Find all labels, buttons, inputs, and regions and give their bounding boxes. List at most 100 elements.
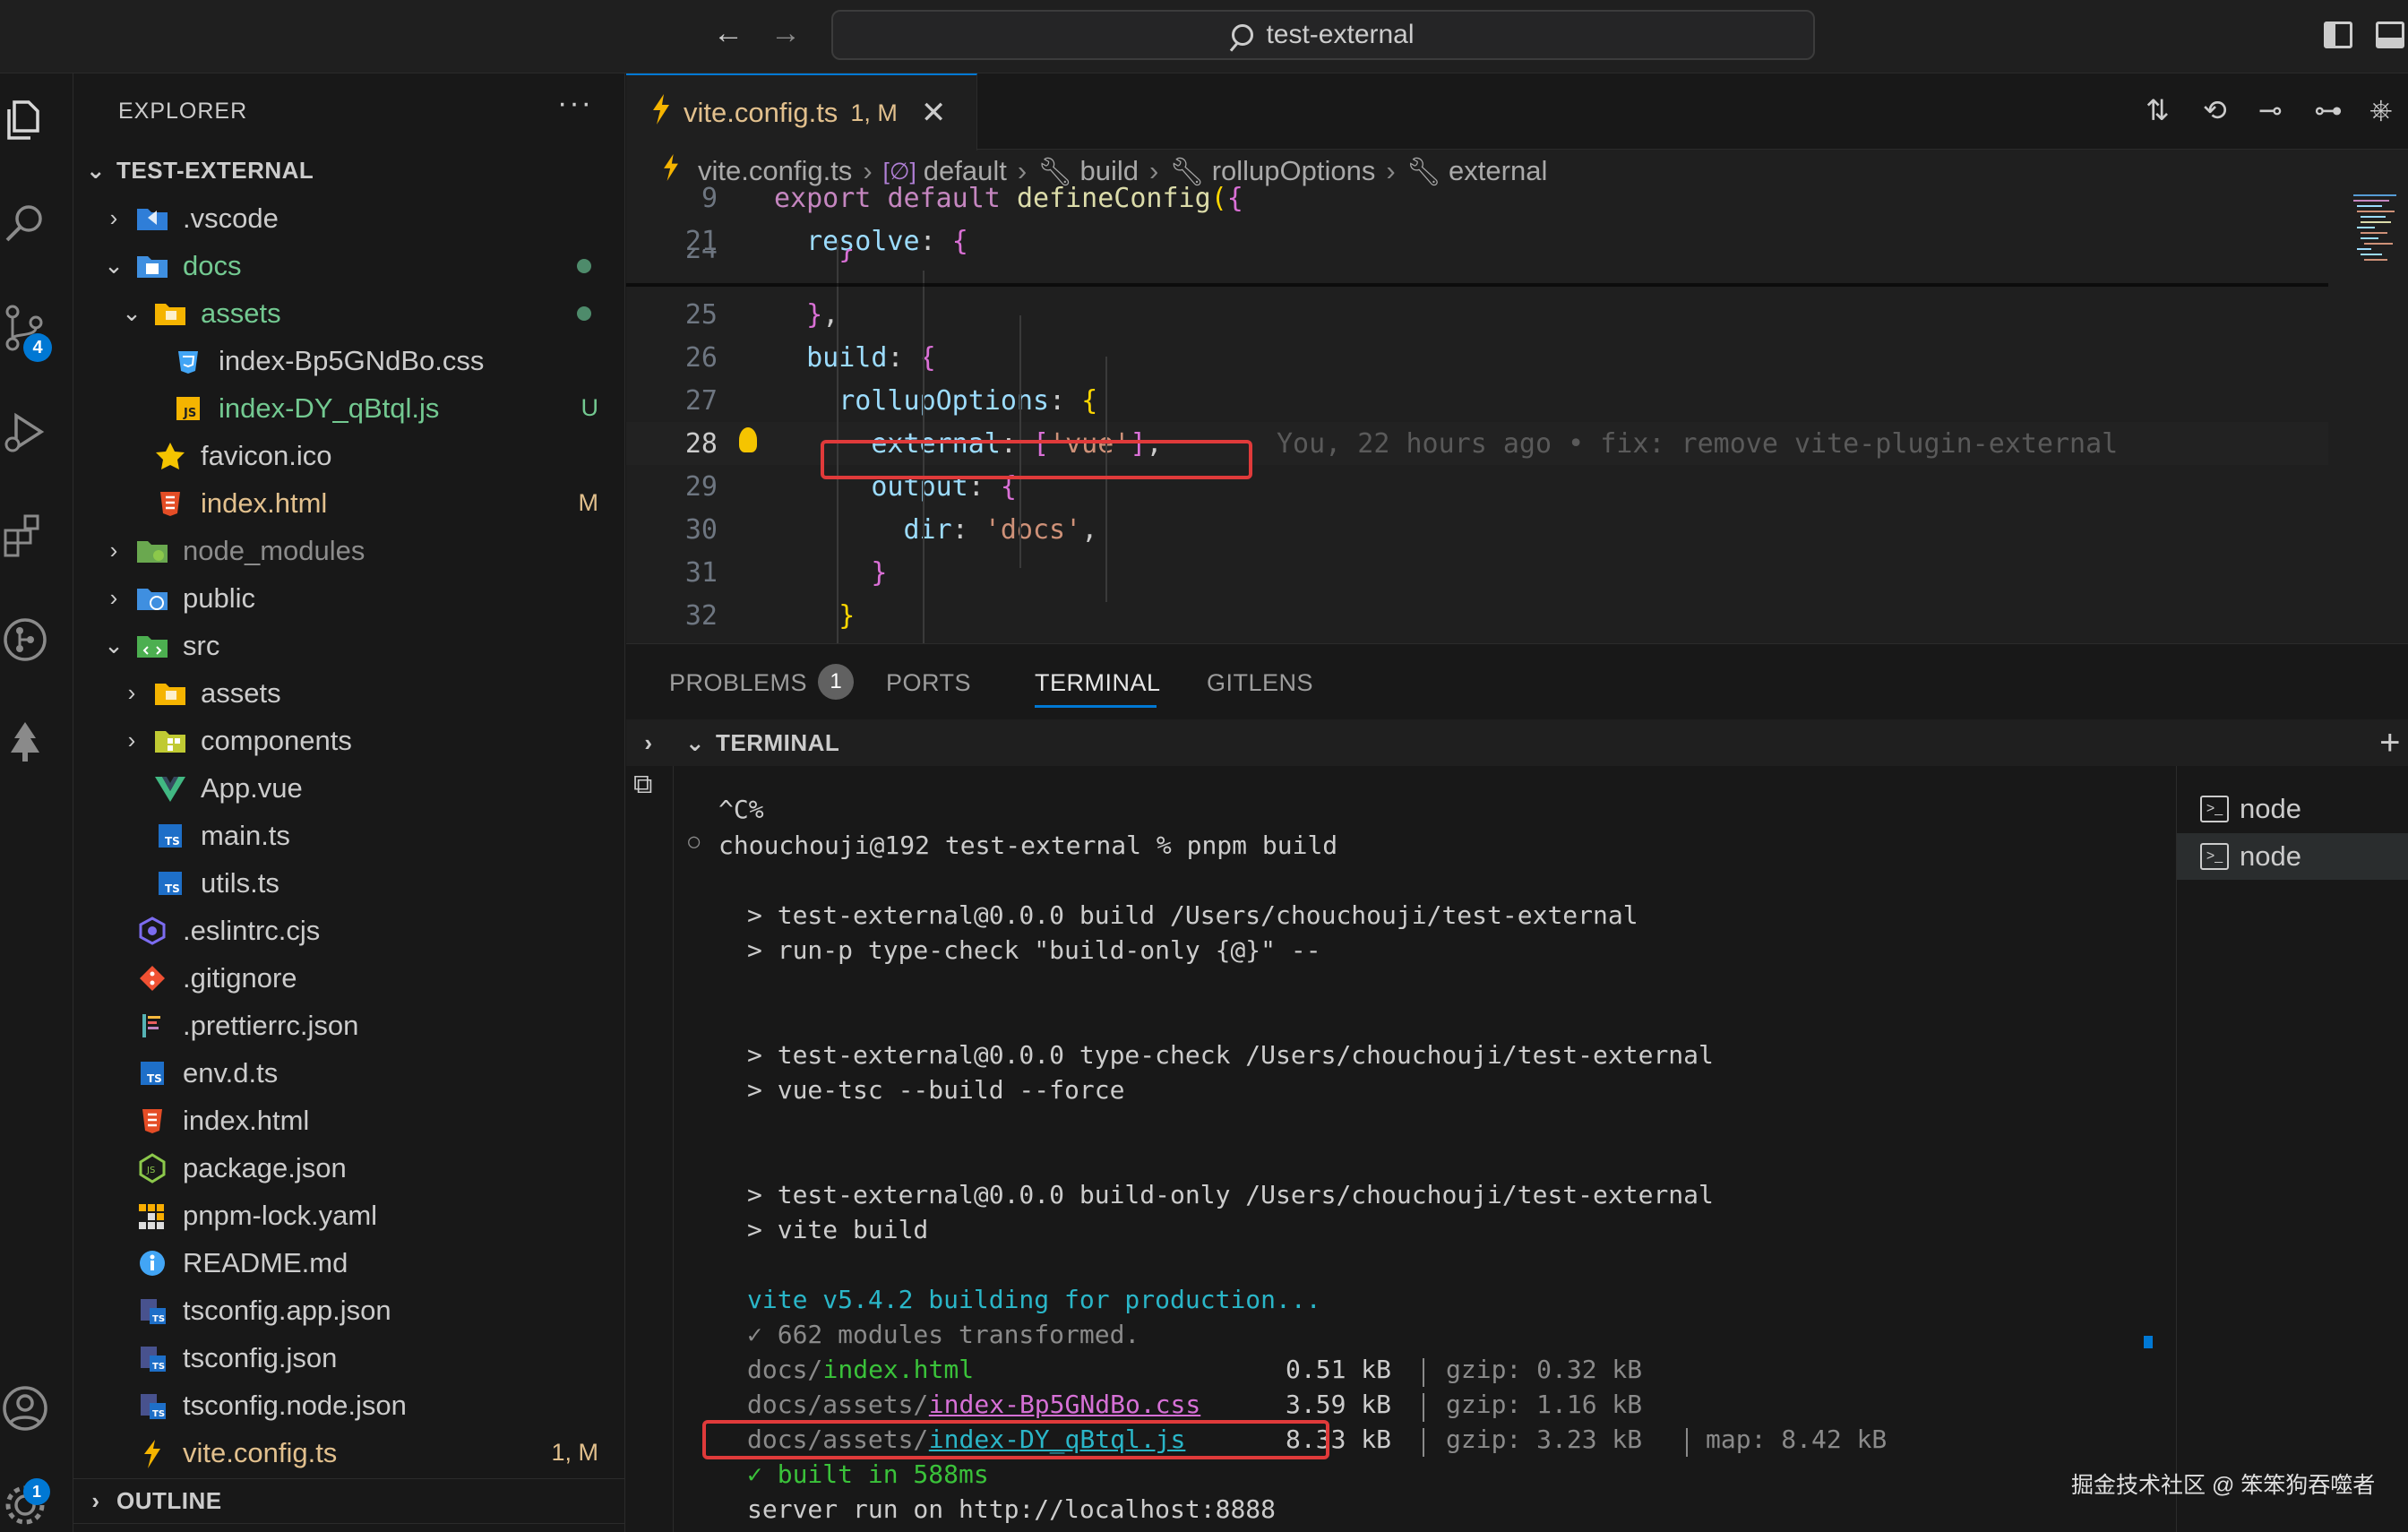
tab-problems[interactable]: PROBLEMS — [669, 669, 807, 697]
tree-file[interactable]: TS env.d.ts — [73, 1049, 625, 1097]
tab-gitlens[interactable]: GITLENS — [1207, 669, 1313, 697]
tree-file[interactable]: JS package.json — [73, 1144, 625, 1192]
vite-file-icon — [651, 94, 671, 132]
nodejs-file-icon: JS — [134, 1152, 170, 1184]
folder-docs-icon — [134, 250, 170, 282]
tab-terminal[interactable]: TERMINAL — [1035, 669, 1161, 697]
open-changes-icon[interactable]: ⟲ — [2203, 93, 2227, 127]
prompt-circle-icon: ○ — [688, 831, 701, 853]
tree-file[interactable]: TS tsconfig.json — [73, 1334, 625, 1381]
pnpm-file-icon — [134, 1200, 170, 1232]
tree-file[interactable]: README.md — [73, 1239, 625, 1287]
forward-arrow-icon[interactable]: → — [770, 16, 801, 51]
tree-file[interactable]: vite.config.ts 1, M — [73, 1429, 625, 1476]
command-center-search[interactable]: test-external — [831, 10, 1815, 60]
extensions-icon[interactable] — [0, 509, 50, 563]
server-line: server run on http://localhost:8888 — [747, 1494, 1277, 1524]
new-terminal-icon[interactable]: + — [2379, 723, 2401, 763]
tree-file[interactable]: .eslintrc.cjs — [73, 907, 625, 954]
tree-folder[interactable]: › node_modules — [73, 527, 625, 574]
tree-file[interactable]: index-Bp5GNdBo.css — [73, 337, 625, 384]
git-blame-annotation: You, 22 hours ago • fix: remove vite-plu… — [1277, 427, 2119, 460]
workspace-root[interactable]: ⌄ TEST-EXTERNAL — [73, 147, 625, 194]
tree-file[interactable]: JS index-DY_qBtql.js U — [73, 384, 625, 432]
outline-section[interactable]: › OUTLINE — [73, 1478, 625, 1523]
gitlens-inspect-icon[interactable]: ⎈ — [2369, 93, 2393, 127]
svg-text:JS: JS — [146, 1166, 155, 1175]
tree-folder[interactable]: › assets — [73, 669, 625, 717]
sticky-scroll-divider — [626, 283, 2328, 287]
terminal-section-header[interactable]: › ⌄ TERMINAL + — [626, 719, 2408, 766]
terminal-tab-node-1[interactable]: >_ node — [2177, 786, 2408, 832]
tree-folder[interactable]: ⌄ docs — [73, 242, 625, 289]
gitlens-icon[interactable] — [0, 613, 50, 667]
tree-folder[interactable]: › public — [73, 574, 625, 622]
terminal-line: > run-p type-check "build-only {@}" -- — [747, 935, 1321, 965]
toggle-sidebar-icon[interactable] — [2324, 22, 2352, 48]
line-number: 29 — [684, 470, 718, 503]
line-number: 27 — [684, 384, 718, 417]
chevron-right-icon: › — [109, 537, 118, 564]
column-divider — [1423, 1428, 1424, 1457]
next-revision-icon[interactable]: ⊶ — [2314, 93, 2343, 127]
run-debug-icon[interactable] — [0, 405, 50, 459]
tree-file[interactable]: TS tsconfig.app.json — [73, 1287, 625, 1334]
tree-file[interactable]: .gitignore — [73, 954, 625, 1002]
tree-file[interactable]: .prettierrc.json — [73, 1002, 625, 1049]
tree-item-label: docs — [183, 249, 242, 281]
back-arrow-icon[interactable]: ← — [713, 16, 744, 51]
close-icon[interactable]: ✕ — [921, 95, 947, 131]
compare-changes-icon[interactable]: ⇅ — [2146, 93, 2170, 127]
tree-folder[interactable]: › components — [73, 717, 625, 764]
tab-vite-config[interactable]: vite.config.ts 1, M ✕ — [626, 73, 977, 151]
tree-file[interactable]: favicon.ico — [73, 432, 625, 479]
lightbulb-icon[interactable] — [739, 427, 757, 452]
output-gzip: gzip: 0.32 kB — [1446, 1355, 1643, 1384]
column-divider — [1686, 1428, 1688, 1457]
explorer-title: EXPLORER — [118, 99, 248, 124]
terminal-debug-icon[interactable]: ⧉ — [633, 770, 652, 800]
account-icon[interactable] — [0, 1381, 50, 1435]
tree-item-label: App.vue — [201, 771, 303, 804]
prettier-file-icon — [134, 1010, 170, 1042]
tree-file[interactable]: TS main.ts — [73, 812, 625, 859]
tree-folder[interactable]: › .vscode — [73, 194, 625, 242]
search-icon[interactable] — [0, 197, 50, 251]
code-line: 32 } — [626, 594, 2328, 637]
toggle-panel-icon[interactable] — [2376, 22, 2404, 48]
more-actions-icon[interactable]: ··· — [557, 86, 593, 121]
terminal-output[interactable]: ^C% ○ chouchouji@192 test-external % pnp… — [673, 766, 2156, 1532]
problems-count-badge: 1 — [818, 664, 854, 700]
git-changes-dot — [577, 258, 591, 273]
previous-revision-icon[interactable]: ⊸ — [2258, 93, 2283, 127]
files-icon[interactable] — [0, 93, 50, 147]
terminal-line: > vue-tsc --build --force — [747, 1075, 1125, 1105]
tree-file[interactable]: pnpm-lock.yaml — [73, 1192, 625, 1239]
tab-ports[interactable]: PORTS — [886, 669, 971, 697]
terminal-tab-node-2[interactable]: >_ node — [2177, 833, 2408, 880]
chevron-right-icon[interactable]: › — [639, 729, 658, 756]
tree-icon[interactable] — [0, 715, 50, 769]
timeline-section[interactable] — [73, 1523, 625, 1532]
chevron-right-icon: › — [91, 1487, 100, 1514]
activity-icons: 4 1 — [0, 73, 73, 1532]
tree-file[interactable]: TS tsconfig.node.json — [73, 1381, 625, 1429]
tree-item-label: index-Bp5GNdBo.css — [219, 344, 485, 376]
output-map: map: 8.42 kB — [1706, 1424, 1888, 1454]
folder-vscode-icon — [134, 202, 170, 235]
tree-file[interactable]: TS utils.ts — [73, 859, 625, 907]
output-dir: docs/ — [747, 1355, 823, 1384]
code-text: }, — [806, 298, 839, 331]
ts-file-icon: TS — [152, 820, 188, 852]
svg-text:TS: TS — [165, 835, 180, 848]
tree-item-label: main.ts — [201, 819, 290, 851]
tree-file[interactable]: index.html M — [73, 479, 625, 527]
output-file: index-Bp5GNdBo.css — [928, 1390, 1201, 1419]
tree-file[interactable]: index.html — [73, 1097, 625, 1144]
tree-item-label: index-DY_qBtql.js — [219, 392, 440, 424]
tree-item-label: index.html — [183, 1104, 310, 1136]
minimap[interactable] — [2343, 192, 2408, 643]
tree-file[interactable]: App.vue — [73, 764, 625, 812]
tree-folder[interactable]: ⌄ assets — [73, 289, 625, 337]
tree-folder[interactable]: ⌄ src — [73, 622, 625, 669]
